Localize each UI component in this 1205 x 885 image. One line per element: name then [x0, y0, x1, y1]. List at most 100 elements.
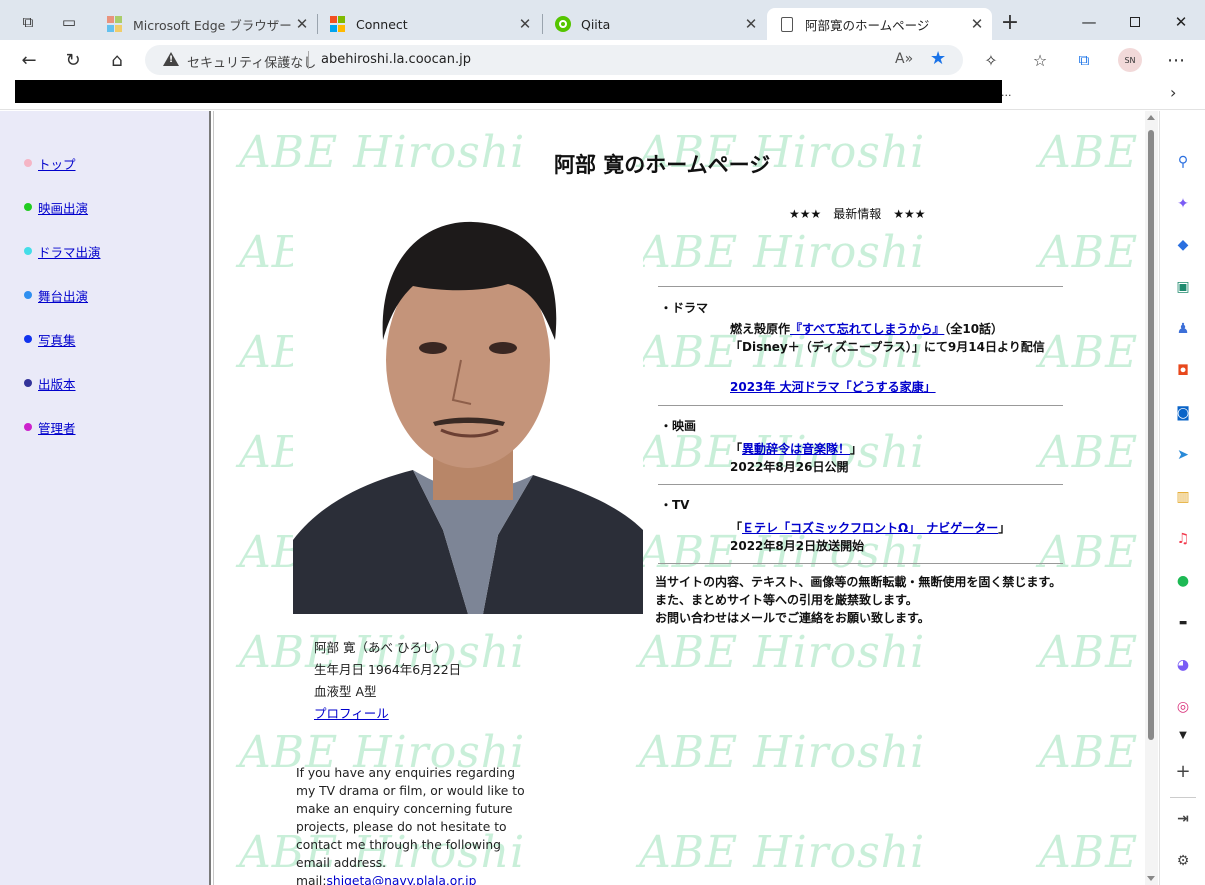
nav-item-movies[interactable]: 映画出演 [24, 198, 88, 217]
watermark-text: ABE Hiroshi [1039, 827, 1145, 878]
read-aloud-icon[interactable]: A» [895, 51, 913, 67]
add-icon[interactable]: + [1173, 761, 1193, 782]
extensions-icon[interactable]: ✧ [976, 46, 1006, 74]
apple-music-icon[interactable]: ♫ [1173, 529, 1193, 549]
nav-link[interactable]: 管理者 [38, 418, 76, 437]
more-menu-icon[interactable]: ⋯ [1161, 46, 1191, 74]
back-icon[interactable]: ← [14, 46, 44, 74]
watermark-text: ABE Hiroshi [1039, 527, 1145, 578]
instagram-icon[interactable]: ◎ [1173, 697, 1193, 717]
drama-title-link[interactable]: 『すべて忘れてしまうから』 [790, 322, 944, 336]
drama-line-1: 燃え殻原作『すべて忘れてしまうから』（全10話） [730, 320, 1003, 337]
news-heading: ★★★ 最新情報 ★★★ [789, 207, 926, 221]
deezer-icon[interactable]: ▥ [1173, 487, 1193, 507]
notice-line-2: また、まとめサイト等への引用を厳禁致します。 [655, 593, 918, 607]
nav-item-admin[interactable]: 管理者 [24, 418, 76, 437]
home-icon[interactable]: ⌂ [102, 46, 132, 74]
profile-blood-type: 血液型 A型 [314, 684, 377, 699]
nav-link[interactable]: 舞台出演 [38, 286, 88, 305]
edge-sidebar: ⚲ ✦ ◆ ▣ ♟ ◘ ◙ ➤ ▥ ♫ ● ▬ ◕ ◎ ▼ + ⇥ ⚙ [1159, 111, 1205, 885]
scrollbar-thumb[interactable] [1148, 130, 1154, 740]
nav-item-photobook[interactable]: 写真集 [24, 330, 76, 349]
nav-link[interactable]: トップ [38, 154, 76, 173]
nav-item-top[interactable]: トップ [24, 154, 76, 173]
section-label-tv: ・TV [660, 498, 690, 512]
search-icon[interactable]: ⚲ [1173, 152, 1193, 172]
section-label-drama: ・ドラマ [660, 301, 709, 315]
nav-item-stage[interactable]: 舞台出演 [24, 286, 88, 305]
email-link[interactable]: shigeta@navy.plala.or.jp [327, 874, 477, 885]
minimize-icon[interactable]: — [1066, 8, 1112, 36]
favorite-star-icon[interactable]: ★ [930, 48, 946, 69]
bullet-dot [24, 335, 32, 343]
page-title: 阿部 寛のホームページ [554, 153, 771, 177]
profile-avatar[interactable]: SN [1118, 48, 1142, 72]
browser-toolbar: ← ↻ ⌂ ! セキュリティ保護なし abehiroshi.la.coocan.… [0, 40, 1205, 80]
bullet-dot [24, 423, 32, 431]
settings-gear-icon[interactable]: ⚙ [1173, 851, 1193, 871]
drama-line-3: 2023年 大河ドラマ「どうする家康」 [730, 378, 936, 395]
outlook-icon[interactable]: ◙ [1173, 403, 1193, 423]
url-text[interactable]: abehiroshi.la.coocan.jp [321, 52, 471, 67]
bracket-open: 「 [730, 521, 743, 535]
sidebar-divider [1170, 797, 1196, 798]
maximize-icon[interactable] [1112, 8, 1158, 36]
favorites-icon[interactable]: ☆ [1025, 46, 1055, 74]
amazon-music-icon[interactable]: ▬ [1173, 613, 1193, 633]
close-tab-icon[interactable]: ✕ [291, 15, 313, 33]
section-label-movie: ・映画 [660, 419, 697, 433]
games-icon[interactable]: ♟ [1173, 319, 1193, 339]
address-bar[interactable]: ! セキュリティ保護なし abehiroshi.la.coocan.jp A» … [145, 45, 963, 75]
tab-title: Connect [356, 16, 408, 32]
tools-icon[interactable]: ▣ [1173, 277, 1193, 297]
nav-link[interactable]: 写真集 [38, 330, 76, 349]
spotify-icon[interactable]: ● [1173, 571, 1193, 591]
scroll-up-icon[interactable] [1147, 115, 1155, 120]
split-screen-icon[interactable]: ⇥ [1173, 809, 1193, 829]
chevron-right-icon[interactable]: › [1170, 83, 1176, 102]
portrait-photo [293, 200, 643, 614]
tab-title: Microsoft Edge ブラウザー ポリシー [133, 17, 291, 33]
bullet-dot [24, 291, 32, 299]
tab-actions-icon[interactable]: ▭ [56, 9, 82, 35]
workspaces-icon[interactable]: ⧉ [15, 9, 41, 35]
copilot-sparkle-icon[interactable]: ✦ [1173, 194, 1193, 214]
shopping-tag-icon[interactable]: ◆ [1173, 235, 1193, 255]
tab-qiita[interactable]: Qiita ✕ [543, 8, 766, 40]
profile-link[interactable]: プロフィール [314, 706, 389, 721]
drama-suffix: （全10話） [944, 322, 1004, 336]
close-window-icon[interactable]: ✕ [1158, 8, 1204, 36]
scroll-down-icon[interactable] [1147, 876, 1155, 881]
page-scrollbar[interactable] [1145, 111, 1158, 885]
watermark-text: ABE Hiroshi [239, 127, 526, 178]
close-tab-icon[interactable]: ✕ [514, 15, 536, 33]
collections-icon[interactable]: ⧉ [1069, 46, 1099, 74]
taiga-drama-link[interactable]: 2023年 大河ドラマ「どうする家康」 [730, 380, 936, 394]
close-tab-icon[interactable]: ✕ [966, 15, 988, 33]
messenger-icon[interactable]: ◕ [1173, 655, 1193, 675]
nav-item-drama[interactable]: ドラマ出演 [24, 242, 101, 261]
movie-title-link[interactable]: 異動辞令は音楽隊！ [742, 442, 850, 456]
nav-link[interactable]: ドラマ出演 [38, 242, 101, 261]
chevron-down-icon[interactable]: ▼ [1173, 725, 1193, 745]
office-icon[interactable]: ◘ [1173, 361, 1193, 381]
tab-edge-policy[interactable]: Microsoft Edge ブラウザー ポリシー ✕ [95, 8, 317, 40]
bracket-open: 「 [730, 442, 743, 456]
close-tab-icon[interactable]: ✕ [740, 15, 762, 33]
divider [658, 405, 1063, 406]
refresh-icon[interactable]: ↻ [58, 46, 88, 74]
nav-link[interactable]: 映画出演 [38, 198, 88, 217]
send-icon[interactable]: ➤ [1173, 445, 1193, 465]
favorites-overflow[interactable]: ... [1001, 86, 1012, 99]
divider [658, 286, 1063, 287]
security-label[interactable]: セキュリティ保護なし [187, 52, 316, 71]
tv-program-link[interactable]: Ｅテレ「コズミックフロントΩ」 ナビゲーター [742, 521, 998, 535]
tab-connect[interactable]: Connect ✕ [318, 8, 540, 40]
movie-date: 2022年8月26日公開 [730, 460, 849, 474]
profile-link-row: プロフィール [314, 703, 389, 722]
tab-title: Qiita [581, 16, 611, 32]
tab-abe-hiroshi[interactable]: 阿部寛のホームページ ✕ [767, 8, 992, 40]
new-tab-icon[interactable]: + [997, 9, 1023, 35]
nav-item-books[interactable]: 出版本 [24, 374, 76, 393]
nav-link[interactable]: 出版本 [38, 374, 76, 393]
